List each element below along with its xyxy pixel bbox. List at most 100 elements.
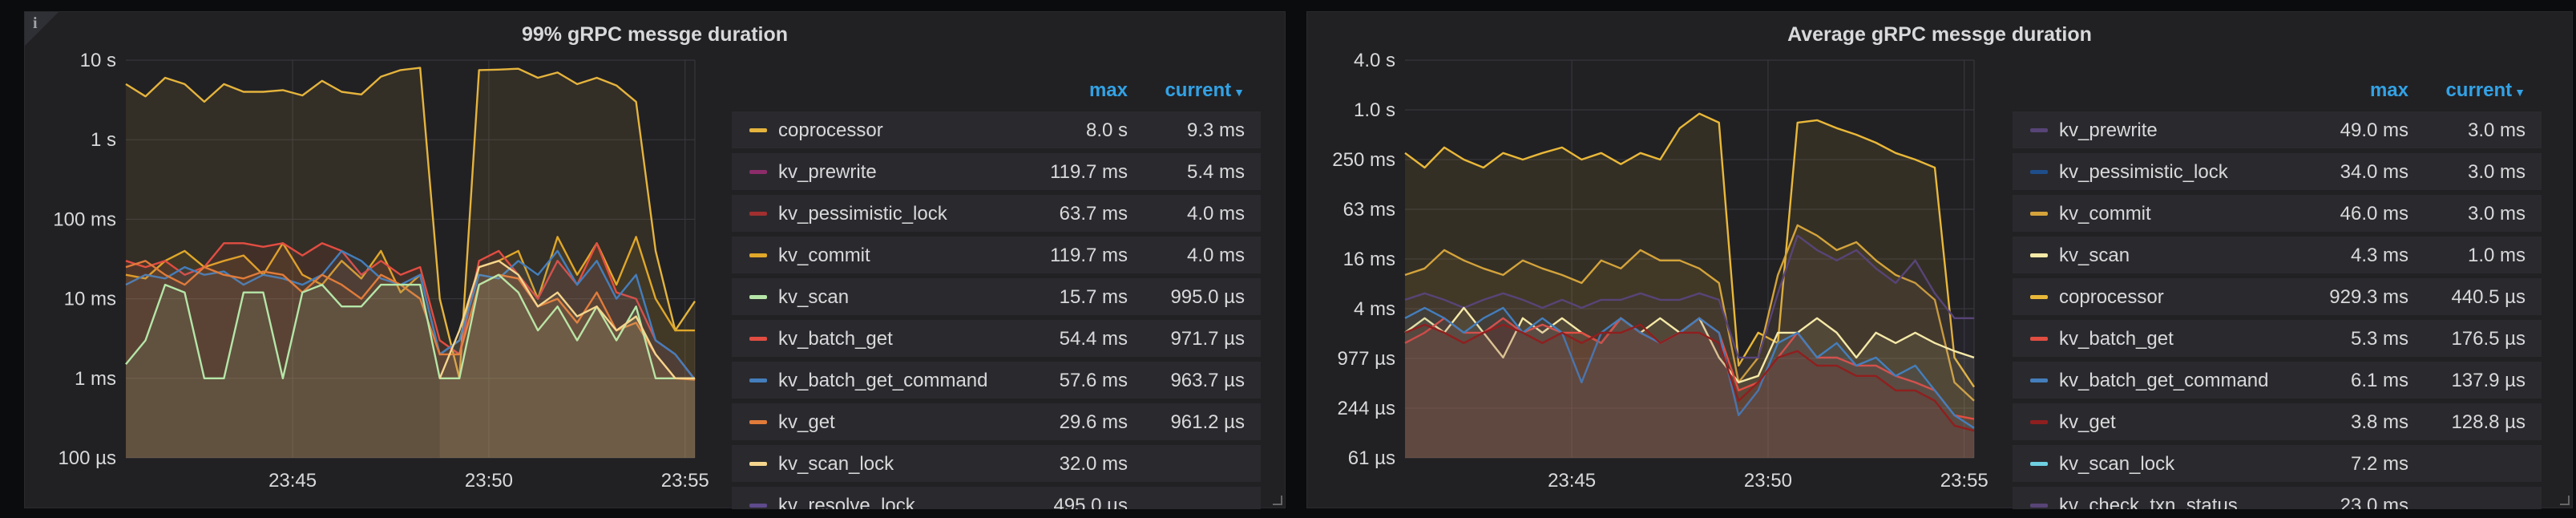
y-tick-label: 100 ms	[53, 208, 116, 230]
series-max-value: 29.6 ms	[1059, 411, 1128, 433]
series-color-swatch[interactable]	[2030, 420, 2048, 424]
legend-rows: kv_prewrite 49.0 ms 3.0 ms kv_pessimistic_l…	[2013, 111, 2542, 509]
series-name[interactable]: kv_batch_get_command	[778, 370, 988, 392]
legend-row-kv-scan-lock[interactable]: kv_scan_lock 7.2 ms	[2013, 445, 2542, 482]
y-tick-label: 4 ms	[1354, 298, 1395, 320]
series-name[interactable]: kv_resolve_lock	[778, 495, 915, 509]
series-max-value: 495.0 µs	[1053, 495, 1128, 509]
y-tick-label: 244 µs	[1337, 398, 1395, 419]
y-tick-label: 100 µs	[58, 447, 116, 469]
series-name[interactable]: coprocessor	[2059, 286, 2164, 309]
series-name[interactable]: kv_pessimistic_lock	[2059, 161, 2228, 184]
series-color-swatch[interactable]	[749, 420, 767, 424]
series-name[interactable]: kv_pessimistic_lock	[778, 203, 947, 225]
resize-handle-icon[interactable]	[2560, 496, 2570, 505]
x-tick-label: 23:50	[465, 470, 513, 492]
series-color-swatch[interactable]	[749, 462, 767, 466]
series-name[interactable]: kv_batch_get	[2059, 328, 2174, 350]
series-color-swatch[interactable]	[749, 378, 767, 382]
legend-row-kv-batch-get[interactable]: kv_batch_get 54.4 ms 971.7 µs	[732, 320, 1261, 357]
series-name[interactable]: kv_scan_lock	[778, 453, 894, 476]
series-max-value: 929.3 ms	[2329, 286, 2408, 308]
series-color-swatch[interactable]	[2030, 295, 2048, 299]
series-current-value: 3.0 ms	[2467, 161, 2526, 183]
series-name[interactable]: kv_check_txn_status	[2059, 495, 2238, 509]
legend-row-kv-batch-get[interactable]: kv_batch_get 5.3 ms 176.5 µs	[2013, 320, 2542, 357]
legend-row-kv-commit[interactable]: kv_commit 119.7 ms 4.0 ms	[732, 237, 1261, 273]
series-current-value: 963.7 µs	[1170, 370, 1245, 391]
series-color-swatch[interactable]	[2030, 378, 2048, 382]
legend-row-kv-get[interactable]: kv_get 29.6 ms 961.2 µs	[732, 403, 1261, 440]
series-name[interactable]: kv_scan	[778, 286, 849, 309]
series-current-value: 3.0 ms	[2467, 203, 2526, 225]
series-current-value: 1.0 ms	[2467, 245, 2526, 266]
series-color-swatch[interactable]	[749, 337, 767, 341]
legend-row-kv-pessimistic-lock[interactable]: kv_pessimistic_lock 34.0 ms 3.0 ms	[2013, 153, 2542, 190]
series-max-value: 63.7 ms	[1059, 203, 1128, 225]
x-tick-label: 23:45	[1548, 470, 1596, 492]
series-name[interactable]: kv_get	[778, 411, 835, 434]
series-color-swatch[interactable]	[2030, 337, 2048, 341]
legend-header: max current ▼	[732, 70, 1261, 111]
series-name[interactable]: kv_get	[2059, 411, 2116, 434]
series-color-swatch[interactable]	[749, 212, 767, 216]
chart-area[interactable]: 10 s 1 s 100 ms 10 ms 1 ms 100 µs 23:45 23:50 23…	[25, 12, 730, 509]
legend-row-kv-pessimistic-lock[interactable]: kv_pessimistic_lock 63.7 ms 4.0 ms	[732, 195, 1261, 232]
series-max-value: 8.0 s	[1085, 119, 1128, 141]
legend-row-coprocessor[interactable]: coprocessor 929.3 ms 440.5 µs	[2013, 278, 2542, 315]
series-color-swatch[interactable]	[749, 295, 767, 299]
legend-row-kv-scan[interactable]: kv_scan 4.3 ms 1.0 ms	[2013, 237, 2542, 273]
series-name[interactable]: kv_commit	[2059, 203, 2151, 225]
chart-area[interactable]: 4.0 s 1.0 s 250 ms 63 ms 16 ms 4 ms 977 µs 244 …	[1307, 12, 2013, 509]
legend-row-kv-prewrite[interactable]: kv_prewrite 49.0 ms 3.0 ms	[2013, 111, 2542, 148]
series-current-value: 4.0 ms	[1186, 245, 1245, 266]
series-max-value: 49.0 ms	[2340, 119, 2408, 141]
series-name[interactable]: kv_prewrite	[2059, 119, 2158, 142]
series-name[interactable]: kv_scan_lock	[2059, 453, 2174, 476]
y-tick-label: 977 µs	[1337, 348, 1395, 370]
series-color-swatch[interactable]	[2030, 504, 2048, 508]
panel-avg-grpc-duration: Average gRPC messge duration 4.0 s 1.0 s2…	[1306, 11, 2573, 509]
series-color-swatch[interactable]	[749, 253, 767, 257]
series-name[interactable]: kv_batch_get_command	[2059, 370, 2269, 392]
legend-table: max current ▼ kv_prewrite 49.0 ms 3.0 ms kv_…	[2013, 70, 2542, 509]
series-name[interactable]: coprocessor	[778, 119, 883, 142]
series-max-value: 6.1 ms	[2350, 370, 2408, 391]
y-tick-label: 250 ms	[1332, 149, 1395, 171]
legend-row-kv-resolve-lock[interactable]: kv_resolve_lock 495.0 µs	[732, 487, 1261, 509]
legend-row-kv-prewrite[interactable]: kv_prewrite 119.7 ms 5.4 ms	[732, 153, 1261, 190]
series-max-value: 57.6 ms	[1059, 370, 1128, 391]
series-color-swatch[interactable]	[2030, 253, 2048, 257]
legend-current-header[interactable]: current ▼	[2445, 79, 2526, 102]
series-max-value: 15.7 ms	[1059, 286, 1128, 308]
legend-row-kv-get[interactable]: kv_get 3.8 ms 128.8 µs	[2013, 403, 2542, 440]
series-color-swatch[interactable]	[749, 128, 767, 132]
legend-row-coprocessor[interactable]: coprocessor 8.0 s 9.3 ms	[732, 111, 1261, 148]
legend-row-kv-scan-lock[interactable]: kv_scan_lock 32.0 ms	[732, 445, 1261, 482]
series-max-value: 3.8 ms	[2350, 411, 2408, 433]
series-current-value: 971.7 µs	[1170, 328, 1245, 350]
series-color-swatch[interactable]	[2030, 128, 2048, 132]
series-name[interactable]: kv_commit	[778, 245, 870, 267]
legend-max-header[interactable]: max	[1089, 79, 1128, 102]
legend-row-kv-batch-get-command[interactable]: kv_batch_get_command 6.1 ms 137.9 µs	[2013, 362, 2542, 399]
series-name[interactable]: kv_prewrite	[778, 161, 877, 184]
legend-row-kv-commit[interactable]: kv_commit 46.0 ms 3.0 ms	[2013, 195, 2542, 232]
legend-row-kv-batch-get-command[interactable]: kv_batch_get_command 57.6 ms 963.7 µs	[732, 362, 1261, 399]
series-name[interactable]: kv_scan	[2059, 245, 2130, 267]
series-color-swatch[interactable]	[2030, 170, 2048, 174]
series-color-swatch[interactable]	[749, 504, 767, 508]
y-tick-label: 1 s	[91, 129, 116, 151]
series-color-swatch[interactable]	[2030, 462, 2048, 466]
series-name[interactable]: kv_batch_get	[778, 328, 893, 350]
series-max-value: 54.4 ms	[1059, 328, 1128, 350]
series-max-value: 23.0 ms	[2340, 495, 2408, 509]
resize-handle-icon[interactable]	[1273, 496, 1282, 505]
series-current-value: 995.0 µs	[1170, 286, 1245, 308]
legend-row-kv-check-txn-status[interactable]: kv_check_txn_status 23.0 ms	[2013, 487, 2542, 509]
legend-row-kv-scan[interactable]: kv_scan 15.7 ms 995.0 µs	[732, 278, 1261, 315]
legend-max-header[interactable]: max	[2370, 79, 2408, 102]
series-color-swatch[interactable]	[2030, 212, 2048, 216]
series-color-swatch[interactable]	[749, 170, 767, 174]
legend-current-header[interactable]: current ▼	[1165, 79, 1245, 102]
